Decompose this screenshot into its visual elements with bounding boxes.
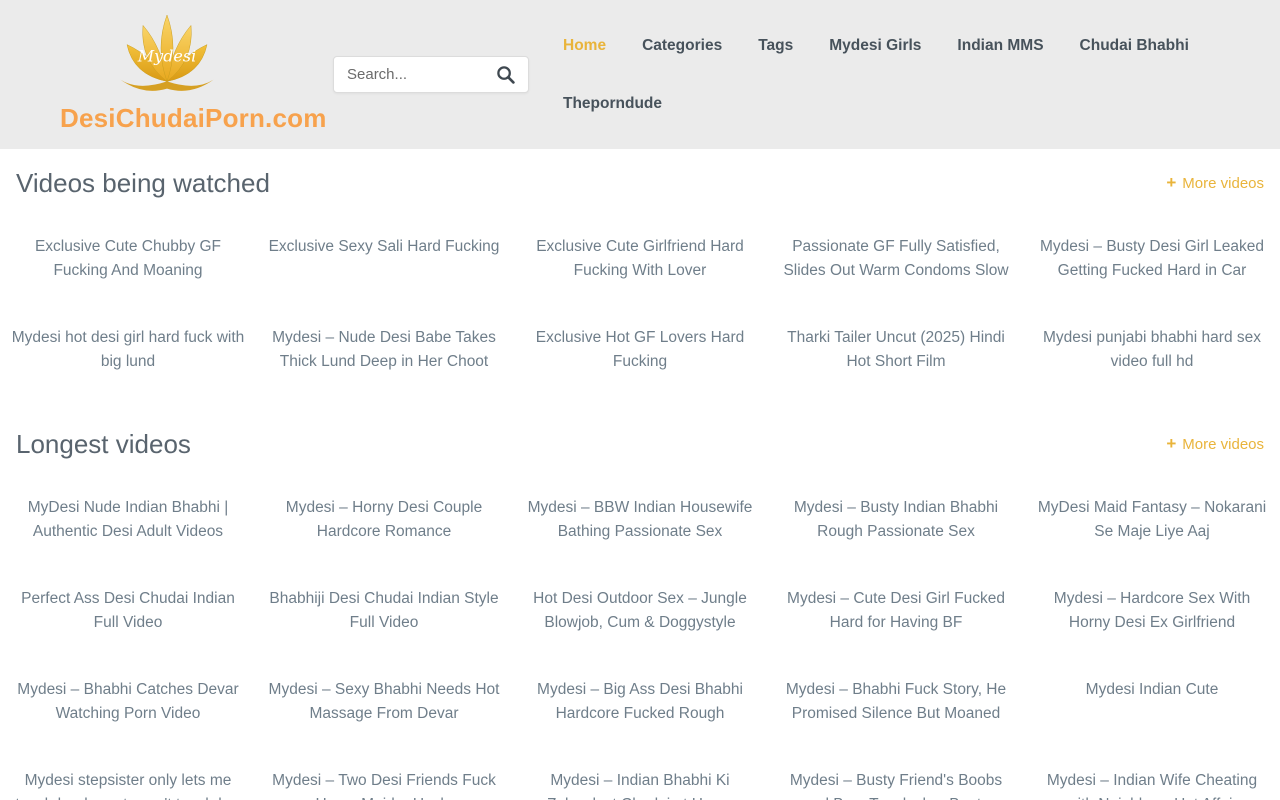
video-title[interactable]: Mydesi – Sexy Bhabhi Needs Hot Massage F… <box>256 678 512 726</box>
video-title[interactable]: Mydesi – BBW Indian Housewife Bathing Pa… <box>512 496 768 544</box>
video-title[interactable]: Mydesi – Horny Desi Couple Hardcore Roma… <box>256 496 512 544</box>
video-grid-longest: MyDesi Nude Indian Bhabhi | Authentic De… <box>0 496 1280 800</box>
section-title: Videos being watched <box>16 165 270 201</box>
video-title[interactable]: Mydesi stepsister only lets me touch her… <box>0 769 256 800</box>
video-title[interactable]: Bhabhiji Desi Chudai Indian Style Full V… <box>256 587 512 635</box>
nav-item-indian-mms[interactable]: Indian MMS <box>939 36 1061 56</box>
video-title[interactable]: Mydesi – Bhabhi Fuck Story, He Promised … <box>768 678 1024 726</box>
video-title[interactable]: MyDesi Maid Fantasy – Nokarani Se Maje L… <box>1024 496 1280 544</box>
video-title[interactable]: Passionate GF Fully Satisfied, Slides Ou… <box>768 235 1024 283</box>
plus-icon: + <box>1166 173 1176 193</box>
video-title[interactable]: Exclusive Sexy Sali Hard Fucking <box>256 235 512 283</box>
main-nav: HomeCategoriesTagsMydesi GirlsIndian MMS… <box>545 0 1255 114</box>
video-title[interactable]: Tharki Tailer Uncut (2025) Hindi Hot Sho… <box>768 326 1024 374</box>
section-header: Longest videos + More videos <box>0 426 1280 462</box>
video-title[interactable]: Mydesi – Busty Friend's Boobs and Bum Tw… <box>768 769 1024 800</box>
site-logo[interactable]: Mydesi DesiChudaiPorn.com <box>60 8 274 134</box>
plus-icon: + <box>1166 434 1176 454</box>
section-videos-being-watched: Videos being watched + More videos Exclu… <box>0 165 1280 374</box>
video-title[interactable]: Exclusive Hot GF Lovers Hard Fucking <box>512 326 768 374</box>
logo-script-text: Mydesi <box>137 46 196 65</box>
nav-item-home[interactable]: Home <box>545 36 624 56</box>
nav-row-primary: HomeCategoriesTagsMydesi GirlsIndian MMS… <box>545 36 1255 56</box>
nav-item-tags[interactable]: Tags <box>740 36 811 56</box>
main-content: Videos being watched + More videos Exclu… <box>0 165 1280 800</box>
more-videos-label: More videos <box>1182 175 1264 192</box>
nav-row-secondary: Theporndude <box>545 94 1255 114</box>
video-title[interactable]: Exclusive Cute Chubby GF Fucking And Moa… <box>0 235 256 283</box>
video-title[interactable]: Hot Desi Outdoor Sex – Jungle Blowjob, C… <box>512 587 768 635</box>
site-header: Mydesi DesiChudaiPorn.com HomeCategories… <box>0 0 1280 149</box>
video-title[interactable]: Mydesi – Two Desi Friends Fuck Horny Maj… <box>256 769 512 800</box>
section-longest-videos: Longest videos + More videos MyDesi Nude… <box>0 426 1280 800</box>
search-input[interactable] <box>334 66 490 83</box>
video-title[interactable]: Mydesi – Nude Desi Babe Takes Thick Lund… <box>256 326 512 374</box>
video-title[interactable]: Mydesi Indian Cute <box>1024 678 1280 726</box>
section-title: Longest videos <box>16 426 191 462</box>
video-title[interactable]: Mydesi – Hardcore Sex With Horny Desi Ex… <box>1024 587 1280 635</box>
video-title[interactable]: Mydesi hot desi girl hard fuck with big … <box>0 326 256 374</box>
video-title[interactable]: Exclusive Cute Girlfriend Hard Fucking W… <box>512 235 768 283</box>
more-videos-link[interactable]: + More videos <box>1166 173 1264 193</box>
video-title[interactable]: Mydesi – Busty Indian Bhabhi Rough Passi… <box>768 496 1024 544</box>
nav-item-mydesi-girls[interactable]: Mydesi Girls <box>811 36 939 56</box>
more-videos-label: More videos <box>1182 436 1264 453</box>
lotus-logo-icon: Mydesi <box>111 8 223 102</box>
video-title[interactable]: Mydesi punjabi bhabhi hard sex video ful… <box>1024 326 1280 374</box>
search-box <box>333 56 529 93</box>
video-title[interactable]: Mydesi – Busty Desi Girl Leaked Getting … <box>1024 235 1280 283</box>
video-title[interactable]: MyDesi Nude Indian Bhabhi | Authentic De… <box>0 496 256 544</box>
video-title[interactable]: Mydesi – Cute Desi Girl Fucked Hard for … <box>768 587 1024 635</box>
search-button[interactable] <box>490 65 528 84</box>
site-name: DesiChudaiPorn.com <box>60 103 274 134</box>
video-title[interactable]: Mydesi – Indian Bhabhi Ki Zabardast Chud… <box>512 769 768 800</box>
more-videos-link[interactable]: + More videos <box>1166 434 1264 454</box>
nav-item-categories[interactable]: Categories <box>624 36 740 56</box>
nav-item-theporndude[interactable]: Theporndude <box>545 94 680 114</box>
search-icon <box>496 65 515 84</box>
section-header: Videos being watched + More videos <box>0 165 1280 201</box>
video-title[interactable]: Mydesi – Big Ass Desi Bhabhi Hardcore Fu… <box>512 678 768 726</box>
video-title[interactable]: Mydesi – Bhabhi Catches Devar Watching P… <box>0 678 256 726</box>
video-title[interactable]: Mydesi – Indian Wife Cheating with Neigh… <box>1024 769 1280 800</box>
nav-item-chudai-bhabhi[interactable]: Chudai Bhabhi <box>1062 36 1207 56</box>
video-title[interactable]: Perfect Ass Desi Chudai Indian Full Vide… <box>0 587 256 635</box>
video-grid-watched: Exclusive Cute Chubby GF Fucking And Moa… <box>0 235 1280 374</box>
